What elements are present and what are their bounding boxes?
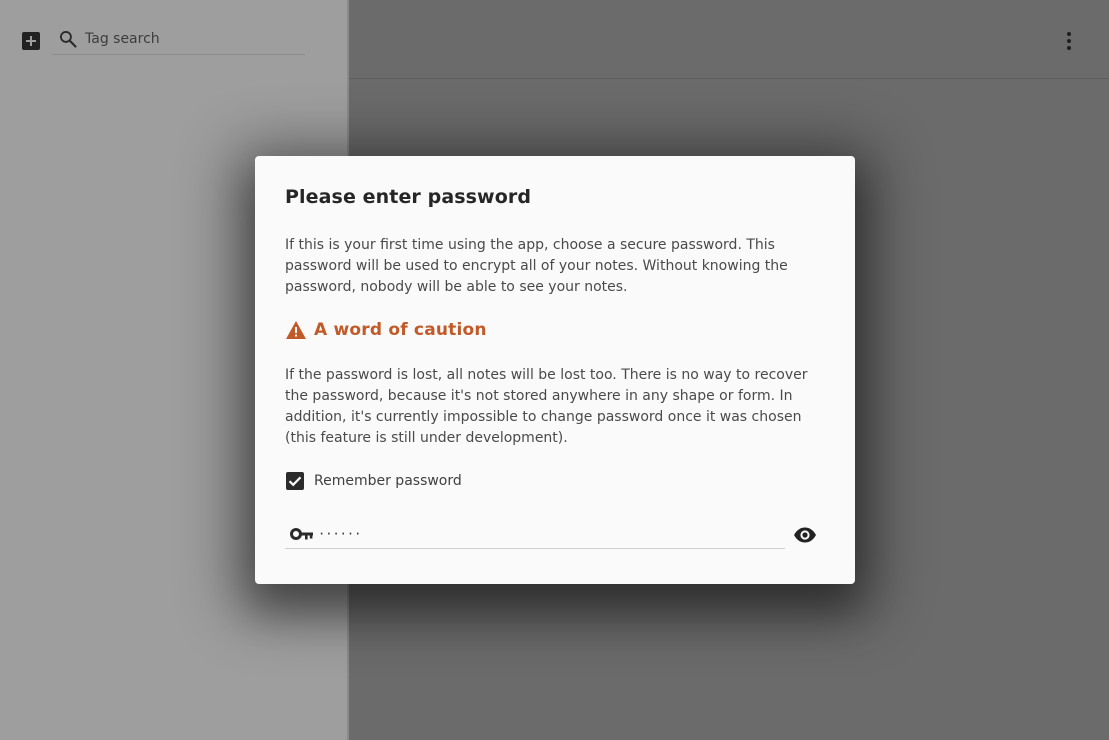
tag-search-input[interactable] xyxy=(85,28,300,50)
search-icon xyxy=(60,30,77,48)
add-box-icon xyxy=(26,36,36,46)
checkmark-icon xyxy=(288,476,302,487)
remember-password-checkbox[interactable] xyxy=(286,472,304,490)
remember-password-row[interactable]: Remember password xyxy=(286,472,462,490)
toggle-password-visibility-button[interactable] xyxy=(793,526,817,544)
caution-title: A word of caution xyxy=(314,320,487,340)
password-dialog: Please enter password If this is your fi… xyxy=(255,156,855,584)
password-field xyxy=(285,520,785,549)
more-vert-icon xyxy=(1067,32,1071,50)
caution-body-text: If the password is lost, all notes will … xyxy=(285,367,808,446)
dialog-intro-text: If this is your first time using the app… xyxy=(285,237,788,295)
app-window: Please enter password If this is your fi… xyxy=(0,0,1109,740)
more-menu-button[interactable] xyxy=(1059,30,1079,52)
add-tag-button[interactable] xyxy=(22,32,40,50)
key-icon xyxy=(290,528,313,540)
remember-password-label: Remember password xyxy=(314,473,462,489)
warning-icon xyxy=(286,321,306,339)
eye-icon xyxy=(794,527,816,543)
tag-search xyxy=(52,24,305,55)
password-input[interactable] xyxy=(318,523,778,545)
main-header xyxy=(349,0,1109,79)
dialog-title: Please enter password xyxy=(285,186,532,208)
caution-heading: A word of caution xyxy=(285,320,487,340)
